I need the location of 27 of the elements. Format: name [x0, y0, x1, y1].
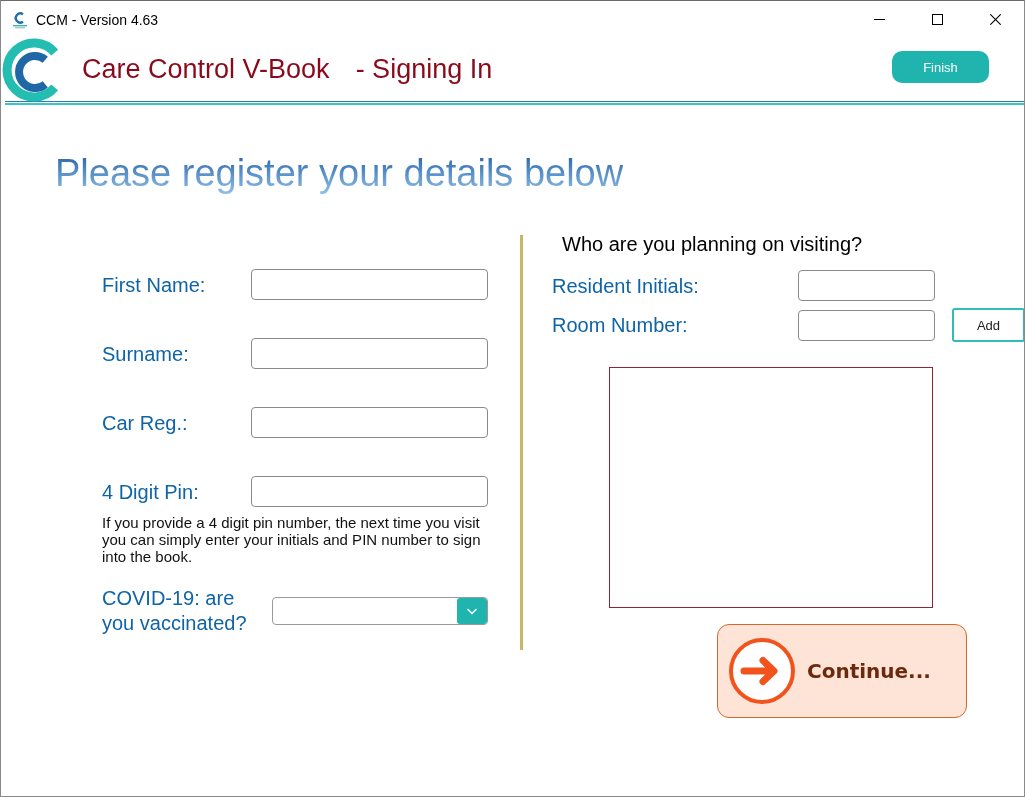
text-field[interactable] [251, 407, 488, 438]
chevron-icon [457, 598, 487, 624]
text-field[interactable] [251, 338, 488, 369]
pin-help-text: If you provide a 4 digit pin number, the next time you visit you can simply enter your initials and PIN number to sign into the book. [102, 514, 482, 565]
continue-button[interactable]: Continue... [717, 624, 967, 718]
add-button[interactable]: Add [952, 308, 1024, 342]
minimize-icon [873, 19, 885, 20]
text-field[interactable] [251, 269, 488, 300]
logo-icon [12, 10, 28, 29]
visit-question: Who are you planning on visiting? [562, 232, 864, 256]
maximize-icon [931, 14, 943, 25]
window-title: CCM - Version 4.63 [36, 11, 159, 28]
page-subtitle: - Signing In [355, 54, 493, 85]
field-label: Resident Initials: [552, 273, 700, 298]
close-icon [989, 14, 1001, 25]
text-field[interactable] [251, 476, 488, 507]
text-field[interactable] [798, 309, 935, 341]
vaccination-dropdown[interactable] [272, 597, 488, 625]
app-title: Care Control V-Book [82, 54, 330, 85]
field-label: Surname: [102, 341, 190, 366]
field-label: Car Reg.: [102, 410, 189, 435]
field-label: Room Number: [552, 313, 689, 337]
field-label: First Name: [102, 272, 207, 297]
field-label: 4 Digit Pin: [102, 479, 200, 504]
field-label: COVID-19: are you vaccinated? [102, 586, 248, 636]
text-field[interactable] [798, 270, 935, 301]
logo-icon [2, 37, 58, 102]
